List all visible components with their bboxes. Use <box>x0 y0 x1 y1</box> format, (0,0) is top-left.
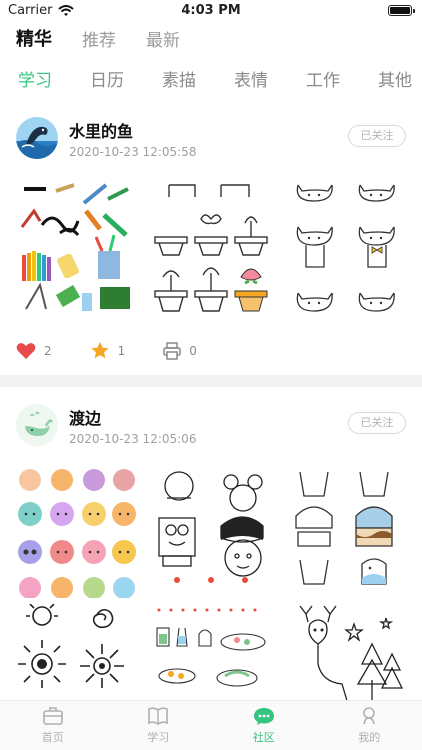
tabbar-community[interactable]: 社区 <box>211 701 317 750</box>
post-timestamp: 2020-10-23 12:05:06 <box>69 432 197 446</box>
follow-button[interactable]: 已关注 <box>348 125 406 147</box>
category-tab-sketch[interactable]: 素描 <box>162 66 196 91</box>
category-tab-calendar[interactable]: 日历 <box>90 66 124 91</box>
post-image-cartoons[interactable] <box>151 468 271 598</box>
print-action[interactable]: 0 <box>163 341 197 360</box>
avatar[interactable] <box>16 117 58 159</box>
author-name[interactable]: 水里的鱼 <box>69 118 133 142</box>
star-icon <box>91 342 109 359</box>
tabbar-home[interactable]: 首页 <box>0 701 106 750</box>
tab-featured[interactable]: 精华 <box>16 25 52 51</box>
top-tabs: 精华 推荐 最新 <box>0 22 422 54</box>
post-actions: 2 1 0 <box>16 341 235 360</box>
book-icon <box>148 707 169 725</box>
status-bar: Carrier 4:03 PM <box>0 0 422 22</box>
avatar[interactable] <box>16 404 58 446</box>
post-header: 渡边 2020-10-23 12:05:06 已关注 <box>0 404 422 468</box>
post-image-suns[interactable] <box>16 604 136 704</box>
tabbar-study-label: 学习 <box>147 731 170 744</box>
favorite-count: 1 <box>117 343 126 358</box>
post-divider <box>0 375 422 387</box>
chat-bubble-icon <box>253 708 274 725</box>
heart-icon <box>16 342 36 359</box>
post-card[interactable]: 水里的鱼 2020-10-23 12:05:58 已关注 2 1 0 <box>0 117 422 360</box>
battery-icon <box>388 5 415 16</box>
post-header: 水里的鱼 2020-10-23 12:05:58 已关注 <box>0 117 422 181</box>
briefcase-icon <box>42 707 63 725</box>
category-tabs: 学习 日历 素描 表情 工作 其他 <box>0 60 422 96</box>
image-grid <box>16 181 406 315</box>
category-tab-other[interactable]: 其他 <box>378 66 412 91</box>
tabbar-study[interactable]: 学习 <box>106 701 212 750</box>
person-icon <box>363 707 376 725</box>
post-image-food[interactable] <box>151 604 271 704</box>
category-tab-study[interactable]: 学习 <box>18 66 52 91</box>
post-card[interactable]: 渡边 2020-10-23 12:05:06 已关注 <box>0 404 422 704</box>
post-image-animal-faces[interactable] <box>16 468 136 598</box>
author-name[interactable]: 渡边 <box>69 405 101 429</box>
tab-latest[interactable]: 最新 <box>146 26 180 51</box>
clock: 4:03 PM <box>181 3 241 18</box>
category-tab-work[interactable]: 工作 <box>306 66 340 91</box>
bottom-tab-bar: 首页 学习 社区 我的 <box>0 700 422 750</box>
tabbar-profile[interactable]: 我的 <box>317 701 422 750</box>
follow-button[interactable]: 已关注 <box>348 412 406 434</box>
printer-icon <box>163 341 182 360</box>
image-grid <box>16 468 406 704</box>
tabbar-home-label: 首页 <box>41 731 64 744</box>
tabbar-profile-label: 我的 <box>358 731 381 744</box>
like-count: 2 <box>44 343 52 358</box>
tabbar-community-label: 社区 <box>252 731 275 744</box>
category-tab-emoji[interactable]: 表情 <box>234 66 268 91</box>
post-timestamp: 2020-10-23 12:05:58 <box>69 145 197 159</box>
post-image-stationery[interactable] <box>16 181 136 315</box>
favorite-action[interactable]: 1 <box>90 341 126 360</box>
post-image-cats[interactable] <box>286 181 406 315</box>
post-image-flowerpot[interactable] <box>151 181 271 315</box>
print-count: 0 <box>189 343 197 358</box>
post-image-deer[interactable] <box>286 604 406 704</box>
tab-recommended[interactable]: 推荐 <box>82 26 116 51</box>
post-image-cakes[interactable] <box>286 468 406 598</box>
like-action[interactable]: 2 <box>16 342 52 360</box>
